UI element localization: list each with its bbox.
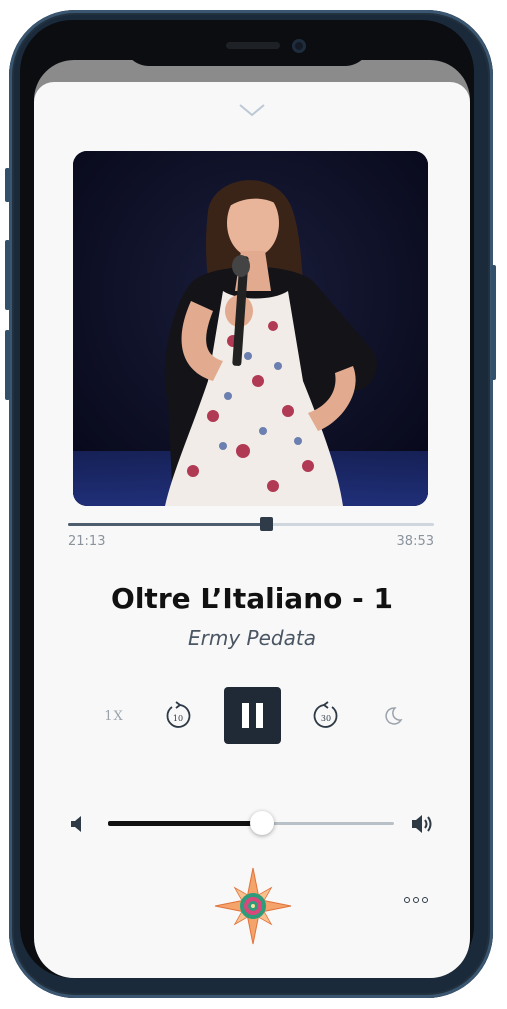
speaker-high-icon[interactable] [411,812,437,836]
episode-title: Oltre L’Italiano - 1 [111,582,393,615]
volume-slider-fill [108,821,263,826]
playback-speed-button[interactable]: 1X [94,688,134,744]
elapsed-time: 21:13 [68,534,106,549]
skip-back-seconds: 10 [173,714,183,723]
skip-forward-icon: 30 [313,701,338,728]
power-side-button [491,265,496,380]
sleep-timer-button[interactable] [378,688,408,744]
seek-thumb[interactable] [259,517,273,531]
now-playing-sheet: 21:13 38:53 Oltre L’Italiano - 1 Ermy Pe… [34,82,470,978]
pause-button[interactable] [224,687,281,744]
front-camera [292,39,306,53]
compass-star-logo [214,867,292,945]
performer-photo [73,151,428,506]
volume-thumb[interactable] [250,811,275,835]
seek-bar-fill [68,523,266,526]
author-name: Ermy Pedata [188,626,316,650]
more-dots-icon[interactable] [404,897,428,903]
dot [422,897,428,903]
dot [413,897,419,903]
skip-back-icon: 10 [166,701,191,728]
skip-forward-seconds: 30 [321,714,331,723]
pause-icon-bar-left [242,703,249,728]
skip-back-button[interactable]: 10 [160,688,196,744]
volume-slider[interactable] [108,811,394,835]
seek-bar[interactable] [68,517,434,531]
speaker-low-icon[interactable] [70,814,86,834]
volume-down-side-button [5,330,10,400]
mute-switch [5,168,10,202]
skip-forward-button[interactable]: 30 [308,688,344,744]
chevron-down-icon[interactable] [238,102,266,118]
moon-icon [385,707,403,725]
pause-icon-bar-right [256,703,263,728]
total-duration: 38:53 [396,534,434,549]
dot [404,897,410,903]
earpiece-speaker [226,42,280,49]
cover-art [73,151,428,506]
volume-up-side-button [5,240,10,310]
